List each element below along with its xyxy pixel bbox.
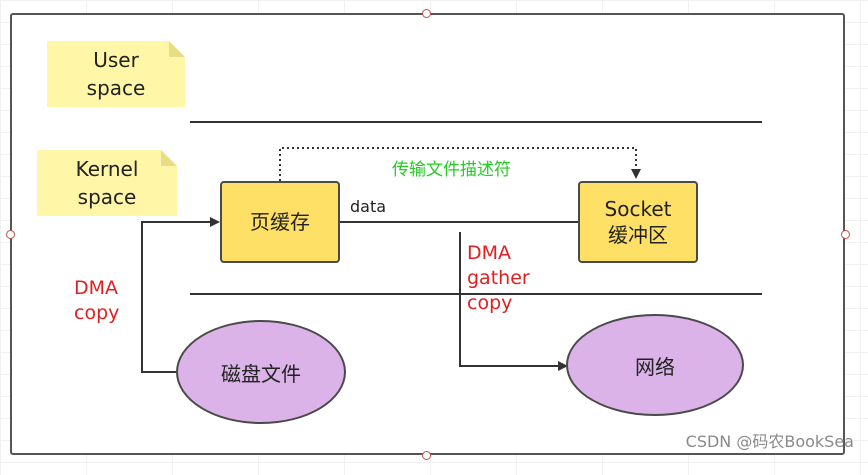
network-ellipse[interactable]: 网络 bbox=[566, 314, 744, 416]
socket-buffer-label-line-1: Socket bbox=[604, 197, 672, 221]
data-label: data bbox=[350, 197, 387, 216]
network-label: 网络 bbox=[635, 354, 675, 379]
user-space-line-1: User bbox=[93, 48, 139, 72]
dma-gather-line-1: DMA bbox=[467, 242, 512, 264]
kernel-space-line-1: Kernel bbox=[75, 157, 139, 181]
dma-gather-line-3: copy bbox=[467, 292, 513, 314]
page-cache-box[interactable]: 页缓存 bbox=[220, 181, 340, 263]
dma-copy-label: DMA copy bbox=[74, 276, 119, 326]
disk-file-label: 磁盘文件 bbox=[221, 361, 301, 386]
dma-gather-line-2: gather bbox=[467, 267, 530, 289]
socket-buffer-label-line-2: 缓冲区 bbox=[608, 223, 668, 247]
note-fold bbox=[161, 150, 177, 166]
dma-copy-line-1: DMA bbox=[74, 277, 119, 299]
dma-gather-copy-label: DMA gather copy bbox=[467, 241, 530, 316]
page-cache-label: 页缓存 bbox=[250, 210, 310, 234]
socket-buffer-box[interactable]: Socket 缓冲区 bbox=[578, 181, 698, 263]
dma-copy-line-2: copy bbox=[74, 302, 120, 324]
transfer-descriptor-label: 传输文件描述符 bbox=[392, 160, 511, 180]
disk-file-ellipse[interactable]: 磁盘文件 bbox=[176, 320, 346, 424]
csdn-watermark: CSDN @码农BookSea bbox=[685, 432, 854, 451]
kernel-space-line-2: space bbox=[77, 185, 137, 209]
note-fold bbox=[169, 41, 185, 57]
user-space-line-2: space bbox=[86, 76, 146, 100]
user-space-note: User space bbox=[47, 41, 185, 107]
kernel-space-note: Kernel space bbox=[37, 150, 177, 216]
